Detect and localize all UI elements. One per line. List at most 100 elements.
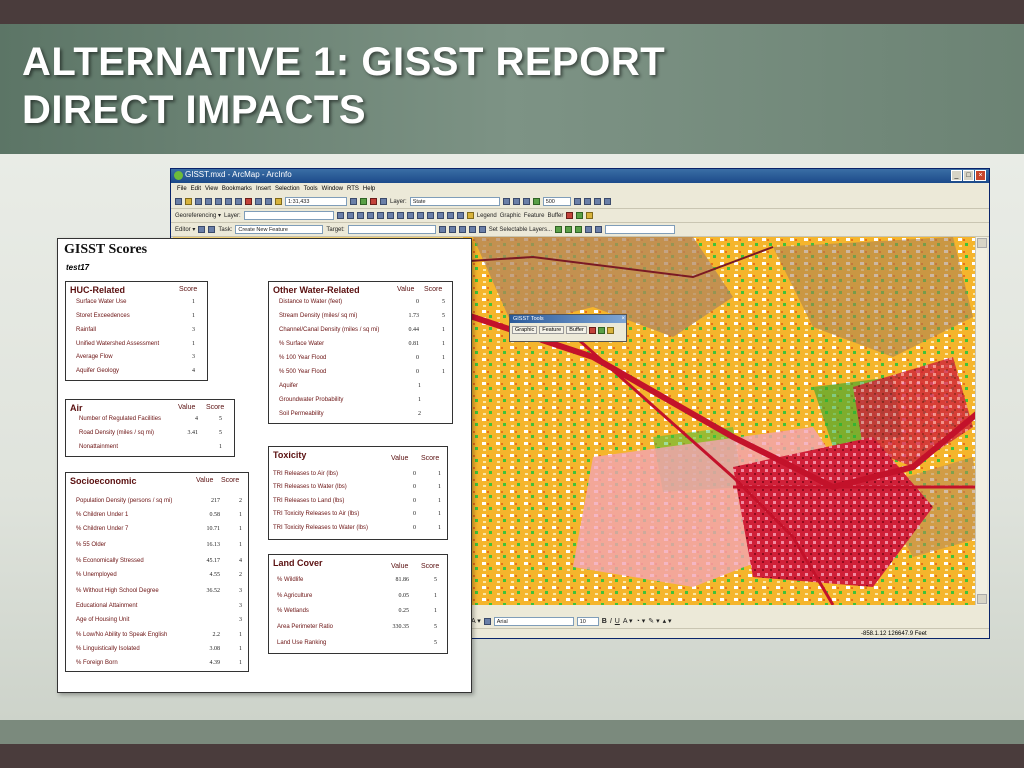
- layout-tool-icon[interactable]: [406, 212, 414, 219]
- copy-icon[interactable]: [225, 198, 232, 205]
- font-name-select[interactable]: Arial: [493, 616, 574, 626]
- maximize-button[interactable]: □: [963, 170, 974, 181]
- hyperlink-icon[interactable]: [603, 198, 611, 205]
- line-color-button[interactable]: ✎ ▾: [648, 617, 659, 625]
- shift-icon[interactable]: [376, 212, 384, 219]
- undo-icon[interactable]: [255, 198, 262, 205]
- split-icon[interactable]: [448, 226, 456, 233]
- set-selectable-layers[interactable]: Set Selectable Layers...: [489, 227, 552, 233]
- underline-button[interactable]: U: [615, 618, 620, 625]
- task-select[interactable]: Create New Feature: [235, 225, 324, 234]
- layer2-select[interactable]: [243, 211, 334, 220]
- layout-grid-icon[interactable]: [446, 212, 454, 219]
- gisst-tools-toolbar[interactable]: GISST Tools × Graphic Feature Buffer: [509, 314, 627, 342]
- fill-color-button[interactable]: ◔ ▾: [636, 617, 646, 625]
- gisst-report-icon[interactable]: [576, 212, 584, 219]
- arctoolbox-icon[interactable]: [360, 198, 367, 205]
- measure-icon[interactable]: [593, 198, 601, 205]
- rotate-icon[interactable]: [366, 212, 374, 219]
- select-elements-icon[interactable]: [386, 212, 394, 219]
- callout-icon[interactable]: [483, 617, 491, 625]
- font-size-select[interactable]: 10: [576, 616, 599, 626]
- italic-button[interactable]: I: [610, 618, 612, 625]
- menu-file[interactable]: File: [177, 183, 187, 195]
- zoom-field[interactable]: 500: [542, 197, 571, 206]
- edit-tool-icon[interactable]: [198, 226, 206, 233]
- control-points-icon[interactable]: [346, 212, 354, 219]
- scroll-down-button[interactable]: [977, 594, 987, 604]
- gisst-buffer-button[interactable]: Buffer: [566, 326, 587, 334]
- selection-field[interactable]: [605, 225, 676, 234]
- arcmap-titlebar[interactable]: GISST.mxd - ArcMap - ArcInfo _ □ ×: [171, 169, 989, 183]
- delete-icon[interactable]: [245, 198, 252, 205]
- layout-pan-icon[interactable]: [426, 212, 434, 219]
- redo-icon[interactable]: [265, 198, 272, 205]
- selection-tool-d-icon[interactable]: [585, 226, 593, 233]
- gisst-run-icon[interactable]: [566, 212, 574, 219]
- editor-menu[interactable]: Editor ▾: [175, 226, 195, 233]
- zoom-out-icon[interactable]: [512, 198, 520, 205]
- cut-icon[interactable]: [215, 198, 222, 205]
- font-color-button[interactable]: A ▾: [623, 617, 633, 625]
- selection-tool-b-icon[interactable]: [565, 226, 573, 233]
- toolbar-legend[interactable]: Legend: [477, 213, 497, 219]
- identify-icon[interactable]: [573, 198, 581, 205]
- menu-selection[interactable]: Selection: [275, 183, 300, 195]
- full-extent-icon[interactable]: [532, 198, 540, 205]
- scale-field[interactable]: 1:31,433: [285, 197, 347, 206]
- draw-rect-icon[interactable]: [396, 212, 404, 219]
- gisst-feature-button[interactable]: Feature: [539, 326, 565, 334]
- new-doc-icon[interactable]: [175, 198, 182, 205]
- find-icon[interactable]: [583, 198, 591, 205]
- layout-extent-icon[interactable]: [456, 212, 464, 219]
- scroll-up-button[interactable]: [977, 238, 987, 248]
- layout-page-icon[interactable]: [436, 212, 444, 219]
- editor-toolbar-icon[interactable]: [350, 198, 357, 205]
- gisst-graphic-button[interactable]: Graphic: [512, 326, 538, 334]
- pan-icon[interactable]: [522, 198, 530, 205]
- close-button[interactable]: ×: [975, 170, 986, 181]
- georef-tool-icon[interactable]: [336, 212, 344, 219]
- clear-selection-icon[interactable]: [478, 226, 486, 233]
- bold-button[interactable]: B: [602, 618, 607, 625]
- selection-tool-c-icon[interactable]: [575, 226, 583, 233]
- gisst-export-tool-icon[interactable]: [606, 326, 614, 334]
- gisst-report-tool-icon[interactable]: [597, 326, 605, 334]
- link-table-icon[interactable]: [356, 212, 364, 219]
- paste-icon[interactable]: [235, 198, 242, 205]
- target-select[interactable]: [347, 225, 436, 234]
- open-folder-icon[interactable]: [185, 198, 192, 205]
- sketch-tool-icon[interactable]: [208, 226, 216, 233]
- rotate-feature-icon[interactable]: [458, 226, 466, 233]
- selection-tool-a-icon[interactable]: [555, 226, 563, 233]
- save-icon[interactable]: [195, 198, 202, 205]
- menu-rts[interactable]: RTS: [347, 183, 359, 195]
- arccatalog-icon[interactable]: [370, 198, 377, 205]
- attributes-icon[interactable]: [438, 226, 446, 233]
- menu-help[interactable]: Help: [363, 183, 375, 195]
- layer-select[interactable]: State: [409, 197, 500, 206]
- add-data-icon[interactable]: [275, 198, 282, 205]
- select-features-icon[interactable]: [468, 226, 476, 233]
- whats-this-icon[interactable]: [380, 198, 387, 205]
- map-vertical-scrollbar[interactable]: [975, 237, 987, 605]
- marker-color-button[interactable]: ▴ ▾: [663, 617, 672, 625]
- gisst-run-tool-icon[interactable]: [588, 326, 596, 334]
- menu-window[interactable]: Window: [322, 183, 343, 195]
- menu-tools[interactable]: Tools: [304, 183, 318, 195]
- selection-tool-e-icon[interactable]: [595, 226, 603, 233]
- toolbar-buffer[interactable]: Buffer: [547, 213, 563, 219]
- print-icon[interactable]: [205, 198, 212, 205]
- toolbar-graphic[interactable]: Graphic: [500, 213, 521, 219]
- toolbar-feature[interactable]: Feature: [524, 213, 545, 219]
- menu-bookmarks[interactable]: Bookmarks: [222, 183, 252, 195]
- gisst-export-icon[interactable]: [586, 212, 594, 219]
- text-tool-icon[interactable]: A ▾: [471, 617, 481, 625]
- menu-edit[interactable]: Edit: [191, 183, 201, 195]
- menu-view[interactable]: View: [205, 183, 218, 195]
- gisst-tools-close-icon[interactable]: ×: [621, 315, 625, 323]
- georeferencing-menu[interactable]: Georeferencing ▾: [175, 212, 221, 219]
- menu-insert[interactable]: Insert: [256, 183, 271, 195]
- layout-zoom-icon[interactable]: [416, 212, 424, 219]
- zoom-in-icon[interactable]: [502, 198, 510, 205]
